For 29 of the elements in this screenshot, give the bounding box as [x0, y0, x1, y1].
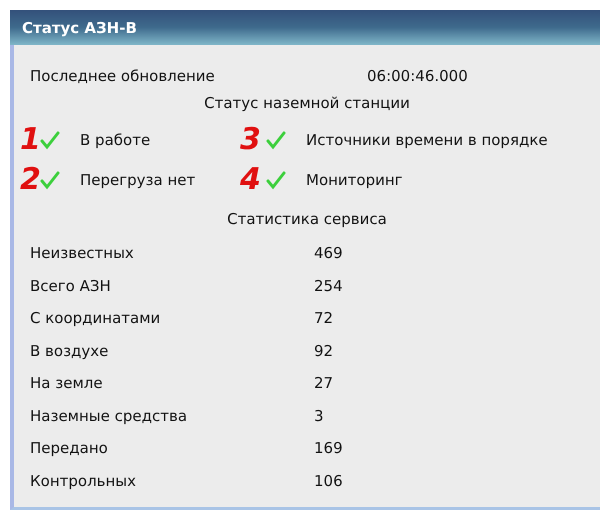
- status-label: Перегруза нет: [80, 171, 196, 189]
- stat-value: 169: [314, 439, 343, 458]
- status-label: В работе: [80, 131, 150, 149]
- stat-value: 3: [314, 406, 324, 425]
- stat-label: На земле: [30, 374, 104, 392]
- number-marker: 4: [240, 163, 260, 197]
- update-time: 06:00:46.000: [367, 67, 468, 85]
- stat-label: Контрольных: [30, 472, 138, 490]
- stat-label: Передано: [30, 439, 109, 458]
- status-label: Мониторинг: [306, 171, 403, 189]
- update-label: Последнее обновление: [30, 67, 216, 85]
- number-marker: 3: [240, 123, 260, 157]
- stat-value: 72: [314, 309, 334, 328]
- stat-value: 106: [314, 472, 343, 490]
- stat-label: В воздухе: [30, 342, 110, 360]
- stat-label: Наземные средства: [30, 406, 188, 425]
- stat-value: 92: [314, 342, 334, 360]
- stat-value: 254: [314, 276, 343, 295]
- number-marker: 1: [20, 123, 40, 157]
- stat-value: 469: [314, 244, 343, 262]
- stat-value: 27: [314, 374, 334, 392]
- window-title: Статус АЗН-В: [22, 18, 137, 36]
- status-label: Источники времени в порядке: [306, 131, 548, 149]
- stat-label: Всего АЗН: [30, 276, 112, 295]
- number-marker: 2: [20, 163, 40, 197]
- section-heading: Статус наземной станции: [203, 93, 411, 114]
- section-heading: Статистика сервиса: [226, 209, 388, 230]
- stat-label: С координатами: [30, 309, 162, 328]
- stat-label: Неизвестных: [30, 244, 135, 262]
